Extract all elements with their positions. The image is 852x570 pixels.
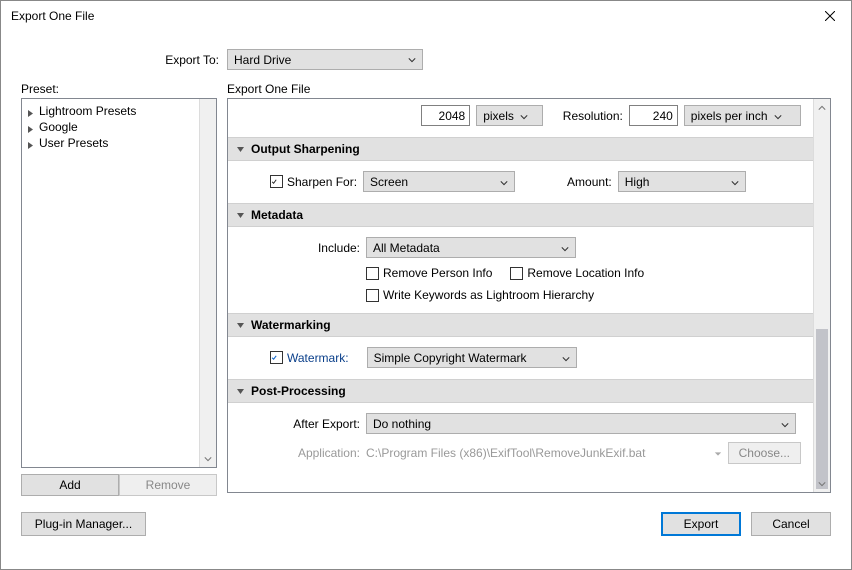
triangle-right-icon [26,107,35,116]
watermark-value: Simple Copyright Watermark [374,351,556,365]
include-value: All Metadata [373,241,555,255]
preset-listbox[interactable]: Lightroom Presets Google User Presets [21,98,217,468]
watermark-label: Watermark: [287,351,349,365]
section-title: Watermarking [251,318,331,332]
export-button[interactable]: Export [661,512,741,536]
scrollbar-thumb[interactable] [816,329,828,489]
scroll-down-icon [814,475,830,492]
include-select[interactable]: All Metadata [366,237,576,258]
after-export-value: Do nothing [373,417,775,431]
remove-location-checkbox[interactable]: Remove Location Info [510,266,644,280]
section-title: Output Sharpening [251,142,360,156]
preset-item-lightroom[interactable]: Lightroom Presets [24,103,214,119]
triangle-down-icon [236,321,245,330]
section-metadata[interactable]: Metadata [228,203,813,227]
dropdown-arrow-icon [714,446,722,460]
window-title: Export One File [11,9,809,23]
preset-item-google[interactable]: Google [24,119,214,135]
preset-item-label: Lightroom Presets [39,104,136,118]
chevron-down-icon [781,417,789,431]
write-keywords-label: Write Keywords as Lightroom Hierarchy [383,288,594,302]
application-path: C:\Program Files (x86)\ExifTool\RemoveJu… [366,446,708,460]
section-watermarking[interactable]: Watermarking [228,313,813,337]
resolution-unit-select[interactable]: pixels per inch [684,105,801,126]
scroll-down-icon [200,450,216,467]
resolution-input[interactable]: 240 [629,105,678,126]
cancel-button[interactable]: Cancel [751,512,831,536]
amount-select[interactable]: High [618,171,746,192]
chevron-down-icon [408,57,416,63]
resolution-unit-value: pixels per inch [691,109,768,123]
triangle-right-icon [26,139,35,148]
settings-title: Export One File [227,82,831,96]
scroll-up-icon [814,99,830,116]
application-label: Application: [240,446,360,460]
preset-item-label: User Presets [39,136,108,150]
size-unit-select[interactable]: pixels [476,105,543,126]
chevron-down-icon [774,109,782,123]
settings-panel: 2048 pixels Resolution: 240 pixels per i… [227,98,831,493]
sharpen-for-select[interactable]: Screen [363,171,515,192]
plugin-manager-button[interactable]: Plug-in Manager... [21,512,146,536]
sharpen-for-checkbox[interactable]: Sharpen For: [270,175,357,189]
section-title: Metadata [251,208,303,222]
triangle-down-icon [236,211,245,220]
chevron-down-icon [731,175,739,189]
close-button[interactable] [809,1,851,31]
after-export-label: After Export: [240,417,360,431]
close-icon [825,11,835,21]
size-unit-value: pixels [483,109,514,123]
chevron-down-icon [562,351,570,365]
amount-label: Amount: [567,175,612,189]
triangle-right-icon [26,123,35,132]
remove-preset-button[interactable]: Remove [119,474,217,496]
chevron-down-icon [520,109,528,123]
preset-label: Preset: [21,82,217,96]
export-to-label: Export To: [21,53,227,67]
section-post-processing[interactable]: Post-Processing [228,379,813,403]
preset-item-label: Google [39,120,78,134]
chevron-down-icon [561,241,569,255]
triangle-down-icon [236,387,245,396]
after-export-select[interactable]: Do nothing [366,413,796,434]
resolution-label: Resolution: [563,109,623,123]
preset-item-user[interactable]: User Presets [24,135,214,151]
settings-scrollbar[interactable] [813,99,830,492]
remove-location-label: Remove Location Info [527,266,644,280]
write-keywords-checkbox[interactable]: Write Keywords as Lightroom Hierarchy [366,288,594,302]
sharpen-for-value: Screen [370,175,494,189]
chevron-down-icon [500,175,508,189]
export-to-select[interactable]: Hard Drive [227,49,423,70]
export-to-value: Hard Drive [234,53,408,67]
remove-person-label: Remove Person Info [383,266,492,280]
amount-value: High [625,175,725,189]
triangle-down-icon [236,145,245,154]
sharpen-for-label: Sharpen For: [287,175,357,189]
section-output-sharpening[interactable]: Output Sharpening [228,137,813,161]
section-title: Post-Processing [251,384,346,398]
watermark-select[interactable]: Simple Copyright Watermark [367,347,577,368]
choose-button[interactable]: Choose... [728,442,801,464]
include-label: Include: [240,241,360,255]
watermark-checkbox[interactable]: Watermark: [270,351,349,365]
preset-scrollbar[interactable] [199,99,216,467]
size-value-input[interactable]: 2048 [421,105,470,126]
add-preset-button[interactable]: Add [21,474,119,496]
remove-person-checkbox[interactable]: Remove Person Info [366,266,492,280]
